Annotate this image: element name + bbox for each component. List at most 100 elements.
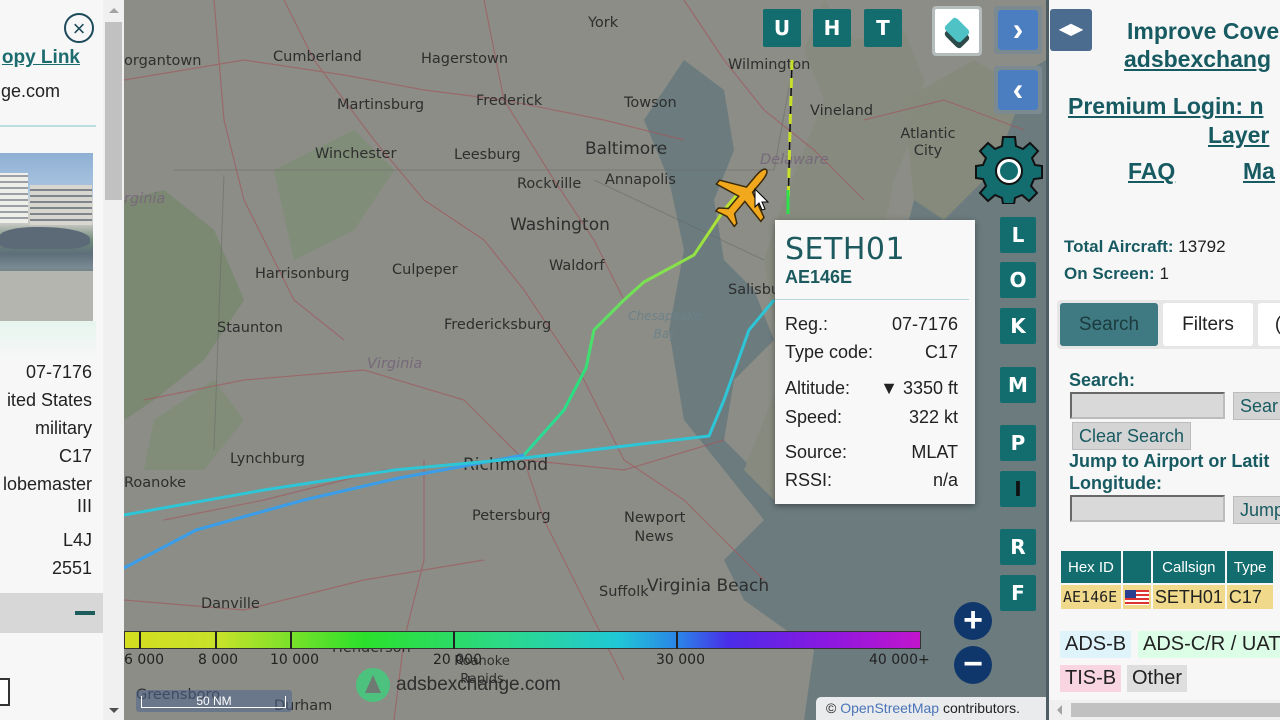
jump-label: Jump to Airport or Latit <box>1069 451 1270 471</box>
toggle-i-button[interactable]: I <box>1000 471 1036 507</box>
watermark-text: adsbexchange.com <box>396 674 561 695</box>
openstreetmap-link[interactable]: OpenStreetMap <box>840 700 939 716</box>
scroll-left-icon[interactable] <box>1057 705 1062 715</box>
toggle-k-button[interactable]: K <box>1000 308 1036 344</box>
scrollbar-thumb[interactable] <box>105 22 122 200</box>
on-screen-value: 1 <box>1159 264 1169 283</box>
altitude-color-legend <box>124 631 921 649</box>
aircraft-table: Hex ID Callsign Type AE146E SETH01 C17 <box>1059 549 1275 611</box>
row-value: ▼ 3350 ft <box>880 378 958 398</box>
jump-input[interactable] <box>1070 495 1225 522</box>
sidebar-horizontal-scrollbar[interactable] <box>1049 700 1280 720</box>
adsbx-logo-icon <box>356 668 390 702</box>
on-screen-label: On Screen: <box>1064 264 1155 283</box>
legend-other: Other <box>1127 665 1188 692</box>
chevron-right-icon[interactable]: › <box>998 10 1038 50</box>
toggle-r-button[interactable]: R <box>1000 529 1036 565</box>
tab-filters[interactable]: Filters <box>1163 303 1253 346</box>
tab-search[interactable]: Search <box>1060 303 1158 346</box>
popup-row-type-code: Type code: C17 <box>785 342 958 363</box>
cell-hex[interactable]: AE146E <box>1061 585 1121 609</box>
on-screen-stat: On Screen: 1 <box>1064 264 1169 284</box>
toggle-f-button[interactable]: F <box>1000 575 1036 611</box>
chevron-left-icon[interactable]: ‹ <box>998 70 1038 110</box>
clear-search-button[interactable]: Clear Search <box>1072 422 1192 450</box>
left-panel-scrollbar[interactable] <box>103 0 124 720</box>
photo-aircraft <box>0 227 90 249</box>
minus-icon[interactable] <box>75 611 95 615</box>
close-icon[interactable]: × <box>64 13 94 43</box>
next-aircraft-button[interactable]: › <box>994 6 1042 54</box>
zoom-in-button[interactable]: + <box>954 602 992 640</box>
scroll-down-icon[interactable] <box>109 708 119 713</box>
option-checkbox[interactable] <box>0 678 10 706</box>
row-label: Type code: <box>785 342 874 362</box>
legend-label: 40 000+ <box>869 652 930 668</box>
legend-tick <box>139 631 141 649</box>
detail-registration: 07-7176 <box>25 362 92 382</box>
popup-row-rssi: RSSI: n/a <box>785 470 958 491</box>
toggle-m-button[interactable]: M <box>1000 367 1036 403</box>
detail-category: military <box>35 418 92 438</box>
legend-ads-c-uat: ADS-C/R / UAT <box>1138 631 1280 658</box>
toggle-u-button[interactable]: U <box>763 9 801 47</box>
us-flag-icon <box>1124 590 1149 606</box>
collapse-section-bar[interactable] <box>0 593 103 633</box>
search-button[interactable]: Sear <box>1233 392 1280 420</box>
row-label: RSSI: <box>785 470 833 490</box>
layers-button[interactable] <box>932 6 982 56</box>
jump-button[interactable]: Jump <box>1233 496 1280 524</box>
column-header-callsign[interactable]: Callsign <box>1152 551 1225 583</box>
premium-login-link[interactable]: Premium Login: n <box>1068 93 1264 120</box>
column-header-type[interactable]: Type <box>1226 551 1274 583</box>
row-label: Speed: <box>785 407 843 427</box>
prev-aircraft-button[interactable]: ‹ <box>994 66 1042 114</box>
sidebar-panel: ◀▶ Improve Cove adsbexchang Premium Logi… <box>1046 0 1280 720</box>
toggle-h-button[interactable]: H <box>813 9 851 47</box>
row-value: MLAT <box>911 442 958 462</box>
divider <box>775 299 969 300</box>
legend-label: 6 000 <box>124 652 165 668</box>
faq-link[interactable]: FAQ <box>1128 158 1175 185</box>
scroll-up-icon[interactable] <box>109 8 119 13</box>
zoom-out-button[interactable]: − <box>954 646 992 684</box>
toggle-l-button[interactable]: L <box>1000 217 1036 253</box>
improve-coverage-heading: Improve Cove <box>1127 18 1280 44</box>
settings-gear-icon[interactable] <box>974 134 1044 204</box>
photo-building <box>0 173 28 223</box>
column-header-hex[interactable]: Hex ID <box>1061 551 1121 583</box>
table-row[interactable]: AE146E SETH01 C17 <box>1061 585 1274 609</box>
adsbexchange-link[interactable]: adsbexchang <box>1124 46 1271 73</box>
jump-label-2: Longitude: <box>1069 473 1162 493</box>
legend-label: 20 000 <box>433 652 482 668</box>
popup-row-registration: Reg.: 07-7176 <box>785 314 958 335</box>
copy-link[interactable]: opy Link <box>2 47 80 69</box>
aircraft-photo[interactable] <box>0 153 93 321</box>
popup-callsign: SETH01 <box>785 232 906 267</box>
column-header-flag[interactable] <box>1122 551 1151 583</box>
toggle-p-button[interactable]: P <box>1000 425 1036 461</box>
cell-type[interactable]: C17 <box>1226 585 1274 609</box>
layers-icon[interactable] <box>935 9 979 53</box>
map-link[interactable]: Ma <box>1243 158 1275 185</box>
toggle-t-button[interactable]: T <box>864 9 902 47</box>
total-aircraft-stat: Total Aircraft: 13792 <box>1064 237 1226 257</box>
cell-callsign[interactable]: SETH01 <box>1152 585 1225 609</box>
row-label: Source: <box>785 442 848 462</box>
divider <box>0 125 96 127</box>
expand-collapse-sidebar-button[interactable]: ◀▶ <box>1050 9 1092 51</box>
legend-tick <box>676 631 678 649</box>
tab-other[interactable]: ( <box>1258 303 1280 346</box>
scrollbar-thumb[interactable] <box>1071 703 1280 717</box>
flight-track-primary <box>124 189 743 570</box>
photo-fade <box>0 321 96 361</box>
detail-type-full: lobemaster <box>2 474 92 494</box>
search-input[interactable] <box>1070 392 1225 419</box>
premium-login-link-layer[interactable]: Layer <box>1208 122 1269 149</box>
toggle-o-button[interactable]: O <box>1000 262 1036 298</box>
copyright-symbol: © <box>826 700 837 716</box>
detail-wtc: L4J <box>62 530 92 550</box>
aircraft-info-popup[interactable]: SETH01 AE146E Reg.: 07-7176 Type code: C… <box>775 220 975 504</box>
share-domain-text: ge.com <box>0 81 60 101</box>
map-attribution: © OpenStreetMap contributors. <box>816 697 1046 720</box>
